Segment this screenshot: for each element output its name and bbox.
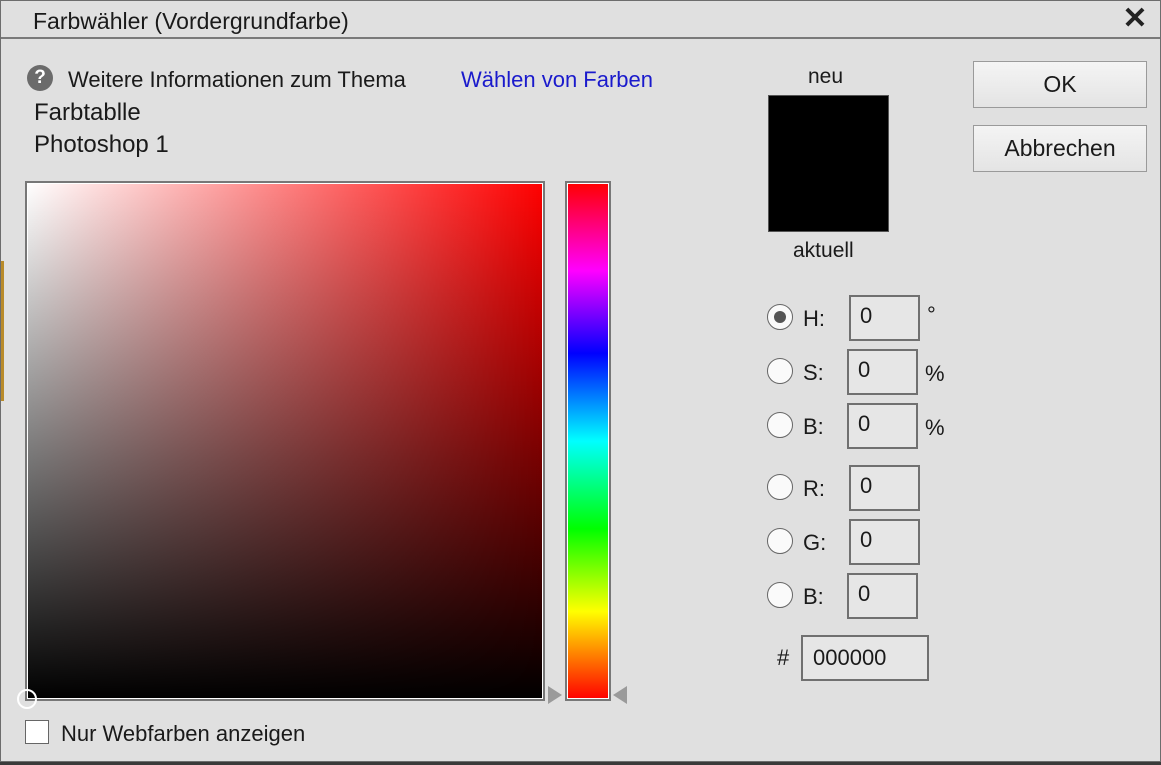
hue-label: H: xyxy=(803,306,825,331)
brightness-unit: % xyxy=(925,415,945,440)
web-colors-only-checkbox[interactable] xyxy=(25,720,49,744)
background-window-edge xyxy=(1,261,4,401)
red-label: R: xyxy=(803,476,825,501)
color-preview-swatch xyxy=(768,95,889,232)
brightness-label: B: xyxy=(803,414,824,439)
new-color-label: neu xyxy=(808,65,844,88)
hue-input[interactable]: 0 xyxy=(849,295,920,341)
color-library-entry: Photoshop 1 xyxy=(34,131,169,158)
cancel-button[interactable]: Abbrechen xyxy=(973,125,1147,172)
hex-prefix: # xyxy=(777,645,790,670)
brightness-radio[interactable] xyxy=(767,412,793,438)
hue-unit: ° xyxy=(927,302,936,327)
saturation-unit: % xyxy=(925,361,945,386)
green-radio[interactable] xyxy=(767,528,793,554)
red-radio[interactable] xyxy=(767,474,793,500)
brightness-input[interactable]: 0 xyxy=(847,403,918,449)
hue-slider-bar[interactable] xyxy=(565,181,611,701)
web-colors-only-label: Nur Webfarben anzeigen xyxy=(61,721,306,746)
blue-input[interactable]: 0 xyxy=(847,573,918,619)
saturation-input[interactable]: 0 xyxy=(847,349,918,395)
green-label: G: xyxy=(803,530,827,555)
title-bar: Farbwähler (Vordergrundfarbe) ✕ xyxy=(1,1,1160,39)
close-icon[interactable]: ✕ xyxy=(1120,3,1150,35)
blue-label: B: xyxy=(803,584,824,609)
color-picker-dialog: Farbwähler (Vordergrundfarbe) ✕ ? Weiter… xyxy=(0,0,1161,762)
saturation-label: S: xyxy=(803,360,824,385)
blue-radio[interactable] xyxy=(767,582,793,608)
hue-radio[interactable] xyxy=(767,304,793,330)
saturation-radio[interactable] xyxy=(767,358,793,384)
green-input[interactable]: 0 xyxy=(849,519,920,565)
color-selection-marker[interactable] xyxy=(17,689,37,709)
help-icon[interactable]: ? xyxy=(27,65,53,91)
dialog-title: Farbwähler (Vordergrundfarbe) xyxy=(33,8,349,34)
info-text: Weitere Informationen zum Thema xyxy=(68,67,406,92)
red-input[interactable]: 0 xyxy=(849,465,920,511)
current-color-label: aktuell xyxy=(793,239,854,262)
color-library-name: Farbtablle xyxy=(34,99,141,126)
hue-slider-right-arrow-icon[interactable] xyxy=(613,686,627,704)
hex-input[interactable]: 000000 xyxy=(801,635,929,681)
saturation-brightness-field[interactable] xyxy=(17,181,545,709)
info-link[interactable]: Wählen von Farben xyxy=(461,67,653,93)
hue-slider-left-arrow-icon[interactable] xyxy=(548,686,562,704)
ok-button[interactable]: OK xyxy=(973,61,1147,108)
